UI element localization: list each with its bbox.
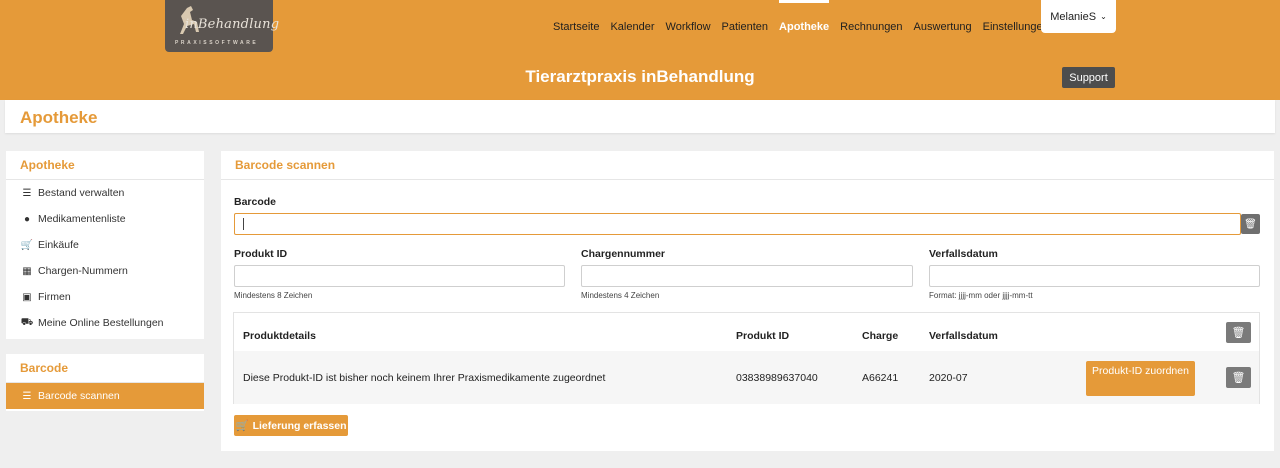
barcode-input[interactable] bbox=[234, 213, 1241, 235]
cell-produkt-id: 03838989637040 bbox=[736, 372, 818, 384]
nav-apotheke[interactable]: Apotheke bbox=[779, 0, 830, 37]
record-delivery-button[interactable]: 🛒 Lieferung erfassen bbox=[234, 415, 348, 436]
truck-icon: ⛟ bbox=[20, 316, 34, 328]
nav-kalender[interactable]: Kalender bbox=[610, 21, 654, 37]
cell-produktdetails: Diese Produkt-ID ist bisher noch keinem … bbox=[243, 372, 606, 384]
verfall-hint: Format: jjjj-mm oder jjjj-mm-tt bbox=[929, 291, 1033, 300]
sidebar-item-label: Barcode scannen bbox=[38, 390, 120, 402]
page-title: Apotheke bbox=[20, 108, 98, 127]
chevron-down-icon: ⌄ bbox=[1100, 12, 1107, 21]
sidebar-item-label: Einkäufe bbox=[38, 239, 79, 251]
barcode-panel: Barcode scannen bbox=[221, 151, 1274, 451]
logo[interactable]: inBehandlung PRAXISSOFTWARE bbox=[165, 0, 279, 52]
logo-text: inBehandlung bbox=[185, 17, 280, 32]
nav-einstellungen[interactable]: Einstellungen bbox=[983, 21, 1049, 37]
sidebar-item-firmen[interactable]: ▣ Firmen bbox=[6, 284, 204, 310]
assign-product-id-button[interactable]: Produkt-ID zuordnen bbox=[1086, 361, 1195, 396]
list-icon: ☰ bbox=[22, 187, 32, 199]
page-title-bar: Apotheke bbox=[5, 100, 1275, 133]
sidebar-item-label: Medikamentenliste bbox=[38, 213, 126, 225]
sidebar-section-title: Apotheke bbox=[6, 151, 204, 180]
sidebar-item-label: Firmen bbox=[38, 291, 71, 303]
cart-icon: 🛒 bbox=[235, 420, 249, 432]
support-button[interactable]: Support bbox=[1062, 67, 1115, 88]
cell-charge: A66241 bbox=[862, 372, 899, 384]
column-header-produktdetails: Produktdetails bbox=[243, 330, 316, 342]
logo-subtitle: PRAXISSOFTWARE bbox=[175, 40, 259, 46]
top-header: inBehandlung PRAXISSOFTWARE Startseite K… bbox=[0, 0, 1280, 100]
nav-workflow[interactable]: Workflow bbox=[666, 21, 711, 37]
sidebar-item-einkaeufe[interactable]: 🛒 Einkäufe bbox=[6, 232, 204, 258]
barcode-label: Barcode bbox=[234, 196, 277, 208]
user-menu-button[interactable]: MelanieS ⌄ bbox=[1041, 0, 1116, 33]
nav-auswertung[interactable]: Auswertung bbox=[914, 21, 972, 37]
sidebar-apotheke: Apotheke ☰ Bestand verwalten ● Medikamen… bbox=[6, 151, 204, 339]
sidebar-item-online-bestellungen[interactable]: ⛟ Meine Online Bestellungen bbox=[6, 310, 204, 336]
nav-rechnungen[interactable]: Rechnungen bbox=[840, 21, 902, 37]
column-header-charge: Charge bbox=[862, 330, 899, 342]
trash-icon: 🗑 bbox=[1244, 218, 1257, 230]
column-header-verfallsdatum: Verfallsdatum bbox=[929, 330, 998, 342]
charge-input[interactable] bbox=[581, 265, 913, 287]
delete-row-button[interactable]: 🗑 bbox=[1226, 367, 1251, 388]
charge-label: Chargennummer bbox=[581, 248, 666, 260]
produkt-id-input[interactable] bbox=[234, 265, 565, 287]
sidebar-item-label: Meine Online Bestellungen bbox=[38, 317, 164, 329]
verfall-input[interactable] bbox=[929, 265, 1260, 287]
product-table: Produktdetails Produkt ID Charge Verfall… bbox=[233, 312, 1260, 404]
sidebar-item-medikamentenliste[interactable]: ● Medikamentenliste bbox=[6, 206, 204, 232]
sidebar-item-label: Bestand verwalten bbox=[38, 187, 125, 199]
nav-patienten[interactable]: Patienten bbox=[722, 21, 768, 37]
pills-icon: ● bbox=[23, 213, 31, 225]
record-delivery-label: Lieferung erfassen bbox=[252, 419, 347, 432]
nav-startseite[interactable]: Startseite bbox=[553, 21, 599, 37]
sidebar-item-label: Chargen-Nummern bbox=[38, 265, 128, 277]
sidebar-item-chargen[interactable]: ▦ Chargen-Nummern bbox=[6, 258, 204, 284]
verfall-label: Verfallsdatum bbox=[929, 248, 998, 260]
produkt-id-label: Produkt ID bbox=[234, 248, 288, 260]
produkt-id-hint: Mindestens 8 Zeichen bbox=[234, 291, 313, 300]
user-name: MelanieS bbox=[1050, 10, 1097, 23]
clear-barcode-button[interactable]: 🗑 bbox=[1241, 214, 1260, 234]
charge-hint: Mindestens 4 Zeichen bbox=[581, 291, 660, 300]
building-icon: ▣ bbox=[22, 291, 32, 303]
sidebar-item-bestand[interactable]: ☰ Bestand verwalten bbox=[6, 180, 204, 206]
panel-title: Barcode scannen bbox=[221, 151, 1274, 180]
sidebar-barcode: Barcode ☰ Barcode scannen bbox=[6, 354, 204, 411]
text-caret bbox=[243, 218, 244, 230]
trash-icon: 🗑 bbox=[1231, 372, 1246, 384]
boxes-icon: ▦ bbox=[22, 265, 32, 277]
barcode-icon: ☰ bbox=[22, 390, 32, 402]
delete-all-button[interactable]: 🗑 bbox=[1226, 322, 1251, 343]
trash-icon: 🗑 bbox=[1231, 327, 1246, 339]
cart-icon: 🛒 bbox=[20, 239, 34, 251]
sidebar-item-barcode-scannen[interactable]: ☰ Barcode scannen bbox=[6, 383, 204, 409]
cell-verfallsdatum: 2020-07 bbox=[929, 372, 968, 384]
column-header-produkt-id: Produkt ID bbox=[736, 330, 790, 342]
sidebar-section-title: Barcode bbox=[6, 354, 204, 383]
main-nav: Startseite Kalender Workflow Patienten A… bbox=[553, 0, 1060, 37]
